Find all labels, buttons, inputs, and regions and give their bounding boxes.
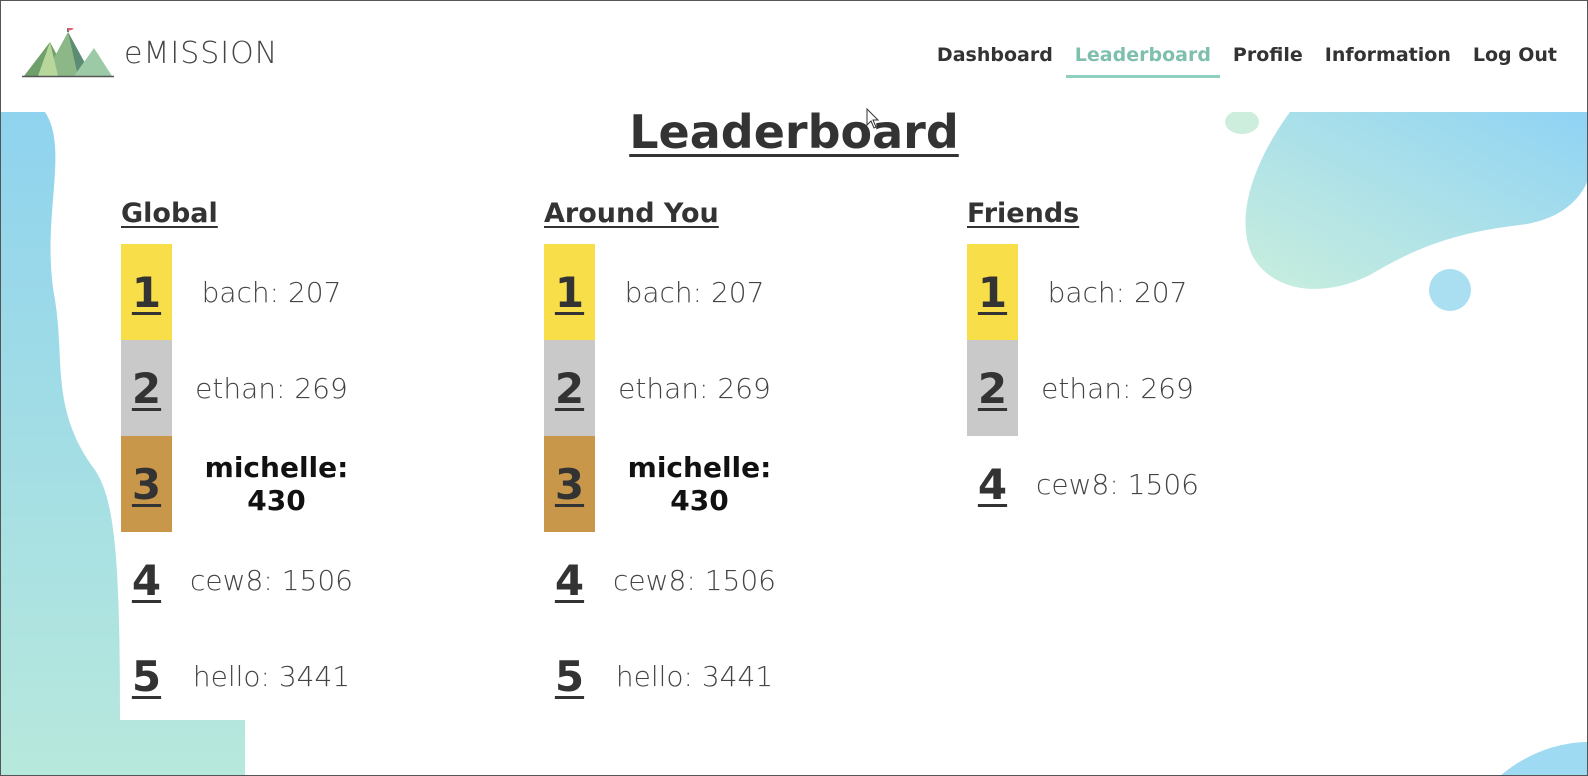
nav-profile[interactable]: Profile [1224, 40, 1312, 78]
player-score: hello: 3441 [615, 659, 774, 693]
brand-logo[interactable]: eMISSION [22, 28, 277, 80]
mouse-pointer-icon [866, 108, 880, 129]
player-score: ethan: 269 [618, 371, 771, 405]
global-heading: Global [121, 198, 218, 229]
player-score: michelle: 430 [204, 451, 349, 517]
leaderboard-global: Global 1 bach: 207 2 ethan: 269 3 michel… [121, 198, 451, 724]
leaderboard-friends: Friends 1 bach: 207 2 ethan: 269 4 cew8:… [967, 198, 1297, 532]
rank-badge: 1 [121, 244, 172, 340]
rank-badge: 4 [977, 459, 1008, 509]
leaderboard-row: 2 ethan: 269 [121, 340, 451, 436]
player-score: cew8: 1506 [190, 563, 353, 597]
leaderboard-row: 4 cew8: 1506 [121, 532, 451, 628]
main-nav: Dashboard Leaderboard Profile Informatio… [926, 40, 1568, 78]
rank-badge: 3 [121, 436, 172, 532]
leaderboard-row: 1 bach: 207 [967, 244, 1297, 340]
leaderboard-row: 4 cew8: 1506 [544, 532, 874, 628]
leaderboard-around-you: Around You 1 bach: 207 2 ethan: 269 3 mi… [544, 198, 874, 724]
friends-heading: Friends [967, 198, 1080, 229]
player-score: cew8: 1506 [613, 563, 776, 597]
top-header: eMISSION Dashboard Leaderboard Profile I… [0, 0, 1588, 112]
player-score: bach: 207 [1047, 275, 1188, 309]
page-title: Leaderboard [0, 105, 1588, 159]
leaderboard-row-current-user: 3 michelle: 430 [121, 436, 451, 532]
rank-badge: 2 [121, 340, 172, 436]
brand-name: eMISSION [124, 36, 279, 71]
rank-badge: 5 [554, 651, 585, 701]
leaderboard-row: 1 bach: 207 [121, 244, 451, 340]
rank-badge: 5 [131, 651, 162, 701]
page-title-text: Leaderboard [629, 105, 959, 159]
nav-dashboard[interactable]: Dashboard [928, 40, 1062, 78]
leaderboard-row-current-user: 3 michelle: 430 [544, 436, 874, 532]
rank-badge: 3 [544, 436, 595, 532]
leaderboard-row: 4 cew8: 1506 [967, 436, 1297, 532]
leaderboard-row: 1 bach: 207 [544, 244, 874, 340]
leaderboard-row: 5 hello: 3441 [121, 628, 451, 724]
nav-leaderboard[interactable]: Leaderboard [1065, 40, 1221, 78]
rank-badge: 2 [967, 340, 1018, 436]
nav-information[interactable]: Information [1316, 40, 1460, 78]
player-score: bach: 207 [624, 275, 765, 309]
nav-log-out[interactable]: Log Out [1464, 40, 1566, 78]
rank-badge: 1 [967, 244, 1018, 340]
leaderboard-row: 2 ethan: 269 [967, 340, 1297, 436]
player-score: cew8: 1506 [1036, 467, 1199, 501]
leaderboard-row: 2 ethan: 269 [544, 340, 874, 436]
rank-badge: 2 [544, 340, 595, 436]
rank-badge: 4 [131, 555, 162, 605]
player-score: bach: 207 [201, 275, 342, 309]
leaderboard-row: 5 hello: 3441 [544, 628, 874, 724]
player-score: michelle: 430 [627, 451, 772, 517]
rank-badge: 4 [554, 555, 585, 605]
player-score: ethan: 269 [195, 371, 348, 405]
around-you-heading: Around You [544, 198, 719, 229]
player-score: hello: 3441 [192, 659, 351, 693]
rank-badge: 1 [544, 244, 595, 340]
mountain-logo-icon [22, 28, 114, 78]
player-score: ethan: 269 [1041, 371, 1194, 405]
